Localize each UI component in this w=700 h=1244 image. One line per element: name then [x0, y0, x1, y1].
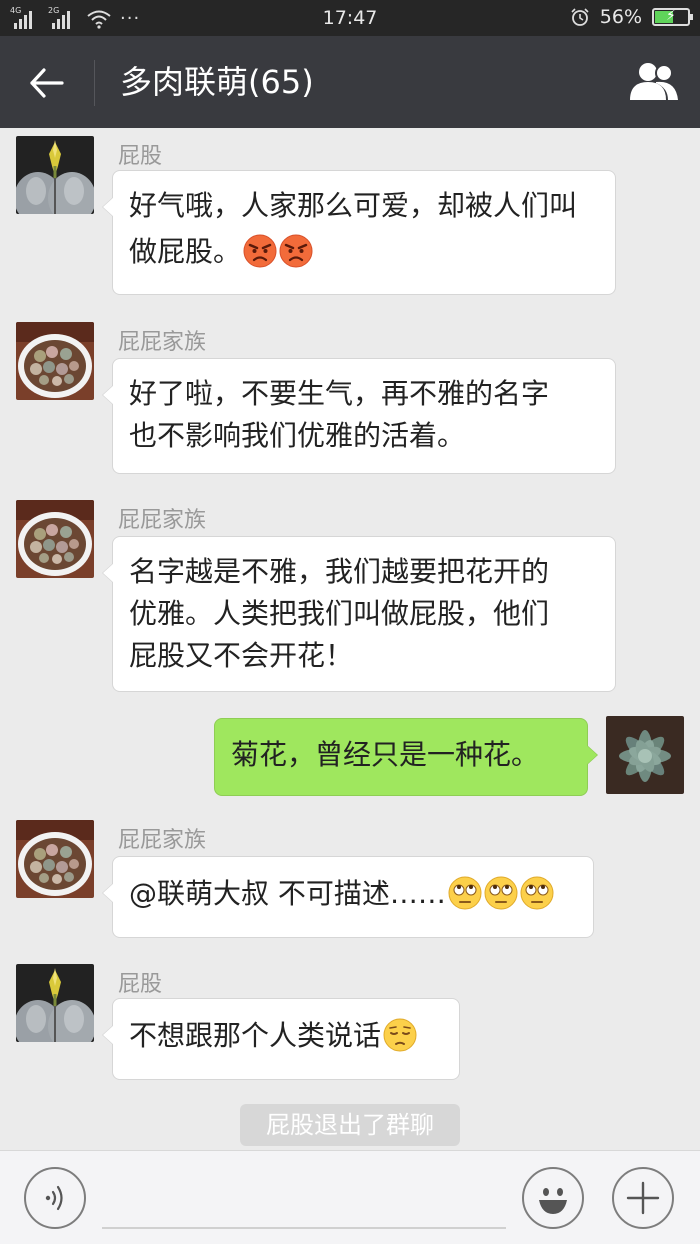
icon-plant-avatar[interactable]: [16, 136, 94, 214]
message-input[interactable]: [102, 1227, 506, 1229]
message-bubble[interactable]: 好了啦，不要生气，再不雅的名字 也不影响我们优雅的活着。: [102, 358, 616, 474]
emoji-button[interactable]: [522, 1167, 584, 1229]
sender-name: 屁股: [118, 972, 163, 997]
message-text: 不想跟那个人类说话: [129, 1019, 382, 1052]
voice-icon: [45, 1185, 63, 1211]
echeveria-avatar[interactable]: [606, 716, 684, 794]
lithops-pot-avatar[interactable]: [16, 820, 94, 898]
header-divider: [94, 60, 95, 106]
lithops-pot-avatar[interactable]: [16, 500, 94, 578]
plus-icon: [626, 1181, 660, 1215]
angry-face-icon: [279, 234, 313, 268]
message-bubble[interactable]: 不想跟那个人类说话: [102, 998, 460, 1080]
lithops-pot-avatar[interactable]: [16, 322, 94, 400]
message-text-line: 好了啦，不要生气，再不雅的名字: [129, 377, 550, 410]
chat-title: 多肉联萌(65): [120, 63, 314, 101]
message-bubble[interactable]: 名字越是不雅，我们越要把花开的 优雅。人类把我们叫做屁股，他们 屁股又不会开花！: [102, 536, 616, 692]
alarm-icon: [571, 8, 589, 26]
message-bubble[interactable]: @联萌大叔 不可描述……: [102, 856, 594, 938]
back-arrow-icon[interactable]: [24, 60, 70, 106]
voice-button[interactable]: [24, 1167, 86, 1229]
message-text-line: 名字越是不雅，我们越要把花开的: [129, 555, 550, 588]
input-bar: [0, 1150, 700, 1244]
status-bar: 4G 2G ··· 17:47 56% ⚡: [0, 0, 700, 36]
battery-icon: ⚡: [652, 8, 693, 26]
eye-roll-face-icon: [520, 876, 554, 910]
message-text-line: 也不影响我们优雅的活着。: [129, 419, 466, 452]
icon-plant-avatar[interactable]: [16, 964, 94, 1042]
sender-name: 屁屁家族: [118, 828, 207, 853]
smiley-icon: [539, 1188, 567, 1214]
message-list[interactable]: 屁股 好气哦，人家那么可爱，却被人们叫做屁股。 屁屁家族 好了啦，不要生气，再不…: [0, 128, 700, 1150]
sender-name: 屁股: [118, 144, 163, 169]
angry-face-icon: [243, 234, 277, 268]
chat-header: 多肉联萌(65): [0, 36, 700, 128]
system-message: 屁股退出了群聊: [240, 1104, 460, 1146]
sender-name: 屁屁家族: [118, 330, 207, 355]
more-button[interactable]: [612, 1167, 674, 1229]
group-members-icon[interactable]: [626, 60, 682, 104]
message-text-line: 优雅。人类把我们叫做屁股，他们: [129, 597, 550, 630]
message-bubble[interactable]: 菊花，曾经只是一种花。: [214, 718, 598, 796]
sender-name: 屁屁家族: [118, 508, 207, 533]
message-text: @联萌大叔 不可描述……: [129, 877, 446, 910]
eye-roll-face-icon: [448, 876, 482, 910]
pensive-face-icon: [383, 1018, 417, 1052]
message-text: 好气哦，人家那么可爱，却被人们叫做屁股。: [129, 189, 578, 268]
battery-percent: 56%: [599, 6, 642, 28]
message-bubble[interactable]: 好气哦，人家那么可爱，却被人们叫做屁股。: [102, 170, 616, 295]
message-text: 菊花，曾经只是一种花。: [231, 738, 540, 771]
eye-roll-face-icon: [484, 876, 518, 910]
message-text-line: 屁股又不会开花！: [129, 639, 354, 672]
status-right: 56% ⚡: [570, 6, 693, 28]
